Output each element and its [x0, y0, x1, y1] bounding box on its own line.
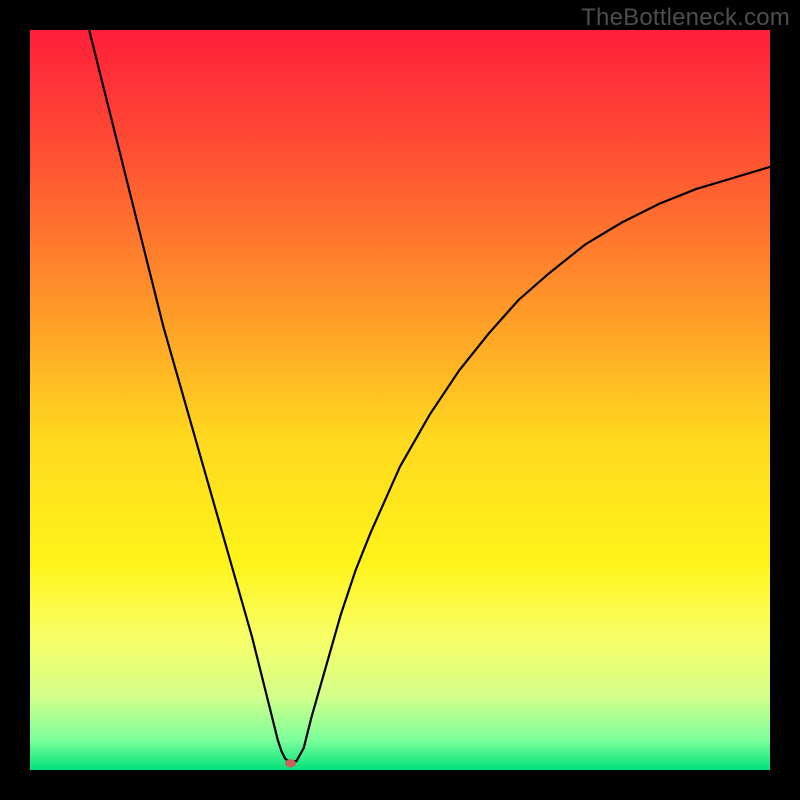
minimum-marker [285, 759, 296, 767]
bottleneck-chart [30, 30, 770, 770]
plot-area [30, 30, 770, 770]
watermark-text: TheBottleneck.com [581, 4, 790, 32]
chart-frame: TheBottleneck.com [0, 0, 800, 800]
gradient-background [30, 30, 770, 770]
